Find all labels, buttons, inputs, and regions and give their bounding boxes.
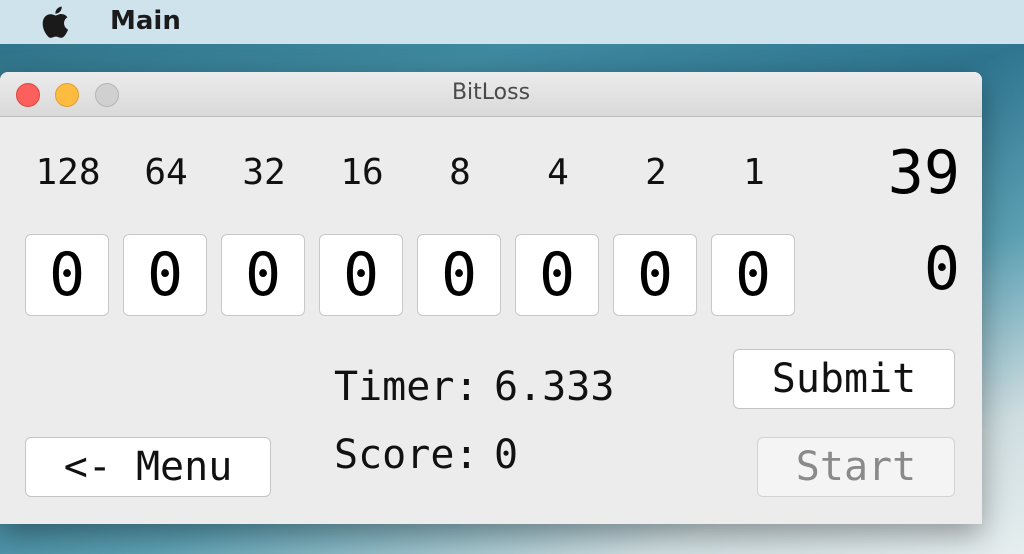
place-value-16: 16 [340, 152, 384, 193]
place-value-64: 64 [144, 152, 188, 193]
app-name-menu[interactable]: Main [110, 6, 181, 36]
menu-bar: Main [0, 0, 1024, 44]
apple-logo-icon[interactable] [40, 6, 70, 38]
place-value-128: 128 [35, 152, 101, 193]
window-title: BitLoss [451, 80, 531, 105]
start-button[interactable]: Start [757, 437, 955, 497]
bit-toggle-4[interactable]: 0 [515, 234, 599, 316]
place-value-8: 8 [449, 152, 471, 193]
bit-toggle-1[interactable]: 0 [711, 234, 795, 316]
score-value: 0 [494, 432, 519, 478]
current-value: 0 [923, 234, 960, 304]
bit-toggle-8[interactable]: 0 [417, 234, 501, 316]
bit-toggle-16[interactable]: 0 [319, 234, 403, 316]
timer-value: 6.333 [494, 364, 615, 410]
place-value-1: 1 [743, 152, 765, 193]
timer-label: Timer: [334, 364, 479, 410]
bit-toggle-2[interactable]: 0 [613, 234, 697, 316]
place-value-2: 2 [645, 152, 667, 193]
menu-back-button[interactable]: <- Menu [25, 437, 271, 497]
game-area: 128 64 32 16 8 4 2 1 39 0 0 0 0 0 0 0 0 … [0, 116, 982, 524]
bit-toggle-64[interactable]: 0 [123, 234, 207, 316]
score-label: Score: [334, 432, 479, 478]
target-number: 39 [887, 138, 960, 208]
place-value-4: 4 [547, 152, 569, 193]
app-window: BitLoss 128 64 32 16 8 4 2 1 39 0 0 0 0 … [0, 72, 982, 524]
title-bar[interactable]: BitLoss [0, 72, 982, 117]
place-value-32: 32 [242, 152, 286, 193]
bit-toggle-128[interactable]: 0 [25, 234, 109, 316]
submit-button[interactable]: Submit [733, 349, 955, 409]
bit-toggle-32[interactable]: 0 [221, 234, 305, 316]
